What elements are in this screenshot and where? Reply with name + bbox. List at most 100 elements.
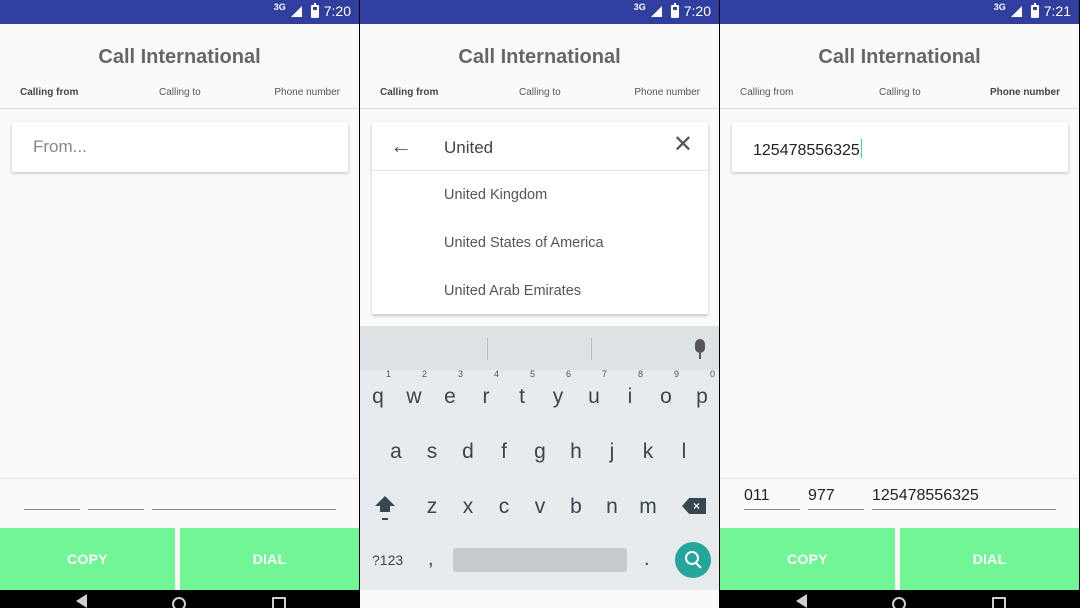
step-phone-number[interactable]: Phone number xyxy=(990,87,1060,98)
header-divider xyxy=(0,108,359,109)
status-bar: 3G 7:21 xyxy=(720,0,1079,24)
status-bar: 3G 7:20 xyxy=(0,0,359,24)
backspace-icon[interactable]: × xyxy=(682,498,706,514)
close-icon[interactable]: ✕ xyxy=(673,133,693,157)
key-d[interactable]: d xyxy=(453,440,483,464)
key-z[interactable]: z xyxy=(417,495,447,519)
page-title: Call International xyxy=(98,46,261,68)
step-calling-to[interactable]: Calling to xyxy=(519,87,561,98)
step-phone-number[interactable]: Phone number xyxy=(634,87,700,98)
key-hint: 3 xyxy=(457,369,463,379)
exit-code-field[interactable] xyxy=(24,482,80,510)
key-v[interactable]: v xyxy=(525,495,555,519)
key-b[interactable]: b xyxy=(561,495,591,519)
phone-input-value: 125478556325 xyxy=(753,142,860,159)
copy-button[interactable]: COPY xyxy=(720,528,895,590)
symbols-key[interactable]: ?123 xyxy=(372,552,403,568)
text-caret xyxy=(860,139,862,158)
key-t[interactable]: t5 xyxy=(507,369,537,409)
back-arrow-icon[interactable]: ← xyxy=(390,135,412,157)
key-o[interactable]: o9 xyxy=(651,369,681,409)
step-calling-from[interactable]: Calling from xyxy=(380,87,438,98)
key-c[interactable]: c xyxy=(489,495,519,519)
from-search-field[interactable]: From... xyxy=(12,122,348,172)
key-hint: 8 xyxy=(637,369,643,379)
suggestion-item[interactable]: United Kingdom xyxy=(444,187,547,203)
screen-country-search: 3G 7:20 Call International Calling from … xyxy=(360,0,719,608)
step-calling-to[interactable]: Calling to xyxy=(879,87,921,98)
phone-number-field[interactable]: 125478556325 xyxy=(872,482,1056,510)
signal-icon xyxy=(290,5,302,17)
phone-number-input[interactable]: 125478556325 xyxy=(732,122,1068,172)
network-type: 3G xyxy=(993,2,1006,12)
step-calling-from[interactable]: Calling from xyxy=(740,87,793,98)
copy-button[interactable]: COPY xyxy=(0,528,175,590)
nav-home-icon[interactable] xyxy=(172,597,186,608)
key-l[interactable]: l xyxy=(669,440,699,464)
key-hint: 6 xyxy=(565,369,571,379)
header-divider xyxy=(720,108,1079,109)
exit-code-field[interactable]: 011 xyxy=(744,482,800,510)
key-m[interactable]: m xyxy=(633,495,663,519)
screen-phone-number: 3G 7:21 Call International Calling from … xyxy=(720,0,1079,608)
key-r[interactable]: r4 xyxy=(471,369,501,409)
key-k[interactable]: k xyxy=(633,440,663,464)
header-divider xyxy=(360,108,719,109)
key-h[interactable]: h xyxy=(561,440,591,464)
key-a[interactable]: a xyxy=(381,440,411,464)
key-u[interactable]: u7 xyxy=(579,369,609,409)
key-f[interactable]: f xyxy=(489,440,519,464)
search-query[interactable]: United xyxy=(444,138,493,158)
key-hint: 9 xyxy=(673,369,679,379)
space-key[interactable] xyxy=(453,548,627,572)
country-code-field[interactable]: 977 xyxy=(808,482,864,510)
key-x[interactable]: x xyxy=(453,495,483,519)
phone-input-wrap: 125478556325 xyxy=(753,139,862,160)
keyboard-suggestion-strip xyxy=(360,326,719,370)
search-icon[interactable] xyxy=(675,542,711,578)
key-p[interactable]: p0 xyxy=(687,369,717,409)
status-time: 7:20 xyxy=(683,3,711,19)
phone-number-field[interactable] xyxy=(152,482,336,510)
step-phone-number[interactable]: Phone number xyxy=(274,87,340,98)
suggestion-item[interactable]: United Arab Emirates xyxy=(444,283,581,299)
nav-back-icon[interactable] xyxy=(76,594,87,608)
mic-icon[interactable] xyxy=(695,339,705,359)
shift-icon[interactable] xyxy=(375,496,395,520)
key-i[interactable]: i8 xyxy=(615,369,645,409)
key-g[interactable]: g xyxy=(525,440,555,464)
country-code-field[interactable] xyxy=(88,482,144,510)
page-title: Call International xyxy=(818,46,981,68)
status-bar: 3G 7:20 xyxy=(360,0,719,24)
nav-recent-icon[interactable] xyxy=(992,597,1006,608)
key-q[interactable]: q1 xyxy=(363,369,393,409)
nav-recent-icon[interactable] xyxy=(272,597,286,608)
key-hint: 1 xyxy=(385,369,391,379)
period-key[interactable]: . xyxy=(644,548,650,571)
country-search-field[interactable]: ← United ✕ xyxy=(372,122,708,172)
step-indicator: Calling from Calling to Phone number xyxy=(360,87,719,101)
screen-calling-from: 3G 7:20 Call International Calling from … xyxy=(0,0,359,608)
comma-key[interactable]: , xyxy=(428,548,434,571)
key-e[interactable]: e3 xyxy=(435,369,465,409)
battery-icon xyxy=(310,2,319,18)
signal-icon xyxy=(1010,5,1022,17)
nav-back-icon[interactable] xyxy=(796,594,807,608)
battery-icon xyxy=(1030,2,1039,18)
step-indicator: Calling from Calling to Phone number xyxy=(720,87,1079,101)
key-n[interactable]: n xyxy=(597,495,627,519)
network-type: 3G xyxy=(633,2,646,12)
dial-button[interactable]: DIAL xyxy=(900,528,1079,590)
key-j[interactable]: j xyxy=(597,440,627,464)
key-y[interactable]: y6 xyxy=(543,369,573,409)
step-calling-to[interactable]: Calling to xyxy=(159,87,201,98)
key-w[interactable]: w2 xyxy=(399,369,429,409)
system-nav-bar xyxy=(0,590,359,608)
key-hint: 2 xyxy=(421,369,427,379)
suggestion-item[interactable]: United States of America xyxy=(444,235,604,251)
suggestion-divider xyxy=(591,338,592,360)
key-s[interactable]: s xyxy=(417,440,447,464)
nav-home-icon[interactable] xyxy=(892,597,906,608)
step-calling-from[interactable]: Calling from xyxy=(20,87,78,98)
dial-button[interactable]: DIAL xyxy=(180,528,359,590)
